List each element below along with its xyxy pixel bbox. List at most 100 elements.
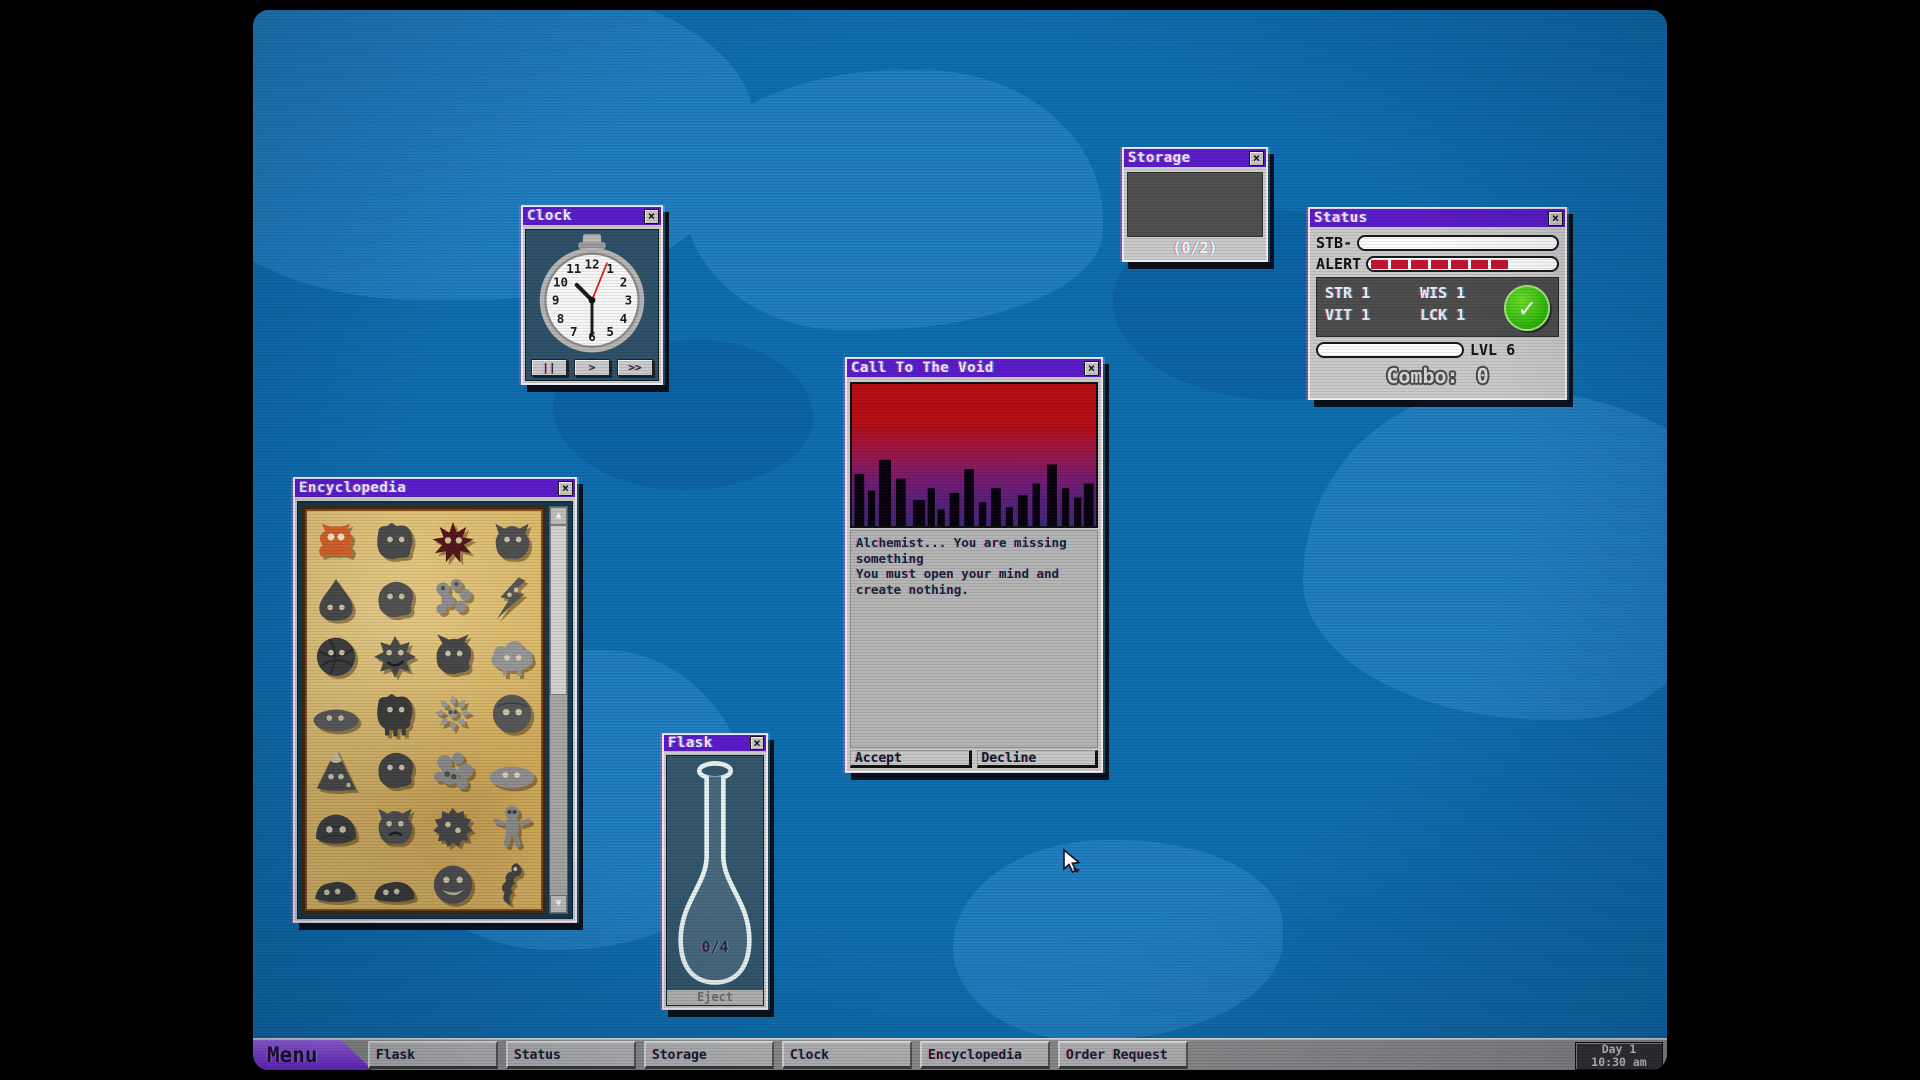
day-time-indicator: Day 1 10:30 am bbox=[1575, 1042, 1663, 1070]
dome-monster-icon[interactable] bbox=[307, 798, 366, 855]
alert-block bbox=[1491, 260, 1508, 269]
desktop-patch bbox=[1303, 390, 1667, 720]
encyclopedia-scrollbar[interactable]: ▲ ▼ bbox=[549, 506, 568, 914]
flask-title: Flask bbox=[668, 735, 750, 751]
round-ball-monster-icon[interactable] bbox=[483, 684, 542, 741]
menu-button[interactable]: Menu bbox=[253, 1040, 375, 1070]
clock-window: Clock × 123456789101112 || > >> bbox=[521, 205, 663, 385]
scrollbar-thumb[interactable] bbox=[550, 525, 567, 695]
desktop-patch bbox=[683, 70, 1103, 330]
status-window: Status × STB- ALERT STR 1 WIS 1 VIT 1 LC… bbox=[1308, 207, 1567, 400]
taskbar-button-status[interactable]: Status bbox=[506, 1041, 636, 1069]
humanoid-monster-icon[interactable] bbox=[483, 798, 542, 855]
clock-fastforward-button[interactable]: >> bbox=[617, 359, 653, 376]
web-ball-monster-icon[interactable] bbox=[307, 627, 366, 684]
status-title: Status bbox=[1314, 210, 1548, 226]
flat-slug-monster-icon[interactable] bbox=[307, 684, 366, 741]
monster-grid bbox=[302, 506, 546, 914]
cloud-walker-monster-icon[interactable] bbox=[483, 627, 542, 684]
frowning-blob-monster-icon[interactable] bbox=[366, 798, 425, 855]
alert-block bbox=[1431, 260, 1448, 269]
flat-oval-monster-icon[interactable] bbox=[483, 741, 542, 798]
time-label: 10:30 am bbox=[1576, 1056, 1662, 1069]
accept-button[interactable]: Accept bbox=[850, 750, 972, 768]
storage-title: Storage bbox=[1128, 150, 1249, 166]
combo-value: 0 bbox=[1477, 364, 1489, 388]
scroll-down-icon[interactable]: ▼ bbox=[550, 895, 567, 913]
stb-bar bbox=[1357, 235, 1559, 251]
scrollbar-track[interactable] bbox=[550, 525, 567, 895]
close-icon[interactable]: × bbox=[1084, 361, 1099, 376]
square-blob-monster-icon[interactable] bbox=[366, 513, 425, 570]
cloud-blob-monster-icon[interactable] bbox=[366, 741, 425, 798]
decline-button[interactable]: Decline bbox=[977, 750, 1099, 768]
clock-pause-button[interactable]: || bbox=[531, 359, 567, 376]
zigzag-monster-icon[interactable] bbox=[483, 570, 542, 627]
clock-play-button[interactable]: > bbox=[574, 359, 610, 376]
close-icon[interactable]: × bbox=[558, 481, 573, 496]
close-icon[interactable]: × bbox=[1249, 151, 1264, 166]
alert-block bbox=[1411, 260, 1428, 269]
storage-slots-area[interactable] bbox=[1127, 172, 1263, 237]
seahorse-monster-icon[interactable] bbox=[483, 855, 542, 912]
taskbar: Menu Flask Status Storage Clock Encyclopedia… bbox=[253, 1038, 1667, 1070]
flask-titlebar[interactable]: Flask × bbox=[664, 735, 766, 753]
eject-button[interactable]: Eject bbox=[667, 990, 763, 1005]
clock-titlebar[interactable]: Clock × bbox=[523, 207, 661, 227]
flask-count: 0/4 bbox=[667, 938, 763, 956]
slug-monster-icon[interactable] bbox=[307, 855, 366, 912]
scroll-up-icon[interactable]: ▲ bbox=[550, 507, 567, 525]
call-to-the-void-window: Call To The Void × Alchemist... You are … bbox=[845, 357, 1103, 773]
svg-text:4: 4 bbox=[620, 311, 628, 326]
svg-text:2: 2 bbox=[620, 275, 628, 290]
svg-text:9: 9 bbox=[552, 293, 560, 308]
svg-text:10: 10 bbox=[553, 275, 568, 290]
clock-title: Clock bbox=[527, 208, 644, 224]
storage-titlebar[interactable]: Storage × bbox=[1124, 149, 1266, 169]
taskbar-button-clock[interactable]: Clock bbox=[782, 1041, 912, 1069]
wis-stat: WIS 1 bbox=[1420, 284, 1515, 306]
stats-panel: STR 1 WIS 1 VIT 1 LCK 1 ✓ bbox=[1316, 277, 1559, 337]
teardrop-monster-icon[interactable] bbox=[307, 570, 366, 627]
encyclopedia-titlebar[interactable]: Encyclopedia × bbox=[295, 479, 575, 499]
lck-stat: LCK 1 bbox=[1420, 306, 1515, 328]
grinning-face-monster-icon[interactable] bbox=[424, 855, 483, 912]
mountain-monster-icon[interactable] bbox=[307, 741, 366, 798]
sun-spiky-monster-icon[interactable] bbox=[366, 627, 425, 684]
level-label: LVL 6 bbox=[1470, 341, 1515, 359]
svg-text:11: 11 bbox=[566, 261, 581, 276]
close-icon[interactable]: × bbox=[644, 209, 659, 224]
bunny-blob-monster-icon[interactable] bbox=[483, 513, 542, 570]
void-title: Call To The Void bbox=[851, 360, 1084, 376]
storage-window: Storage × (0/2) bbox=[1122, 147, 1268, 262]
game-screen: Clock × 123456789101112 || > >> Storage … bbox=[253, 10, 1667, 1070]
svg-text:3: 3 bbox=[625, 293, 633, 308]
snowflake-monster-icon[interactable] bbox=[424, 684, 483, 741]
tentacle-blob-monster-icon[interactable] bbox=[366, 684, 425, 741]
desktop-patch bbox=[253, 10, 753, 300]
void-titlebar[interactable]: Call To The Void × bbox=[847, 359, 1101, 379]
taskbar-button-encyclopedia[interactable]: Encyclopedia bbox=[920, 1041, 1050, 1069]
taskbar-button-flask[interactable]: Flask bbox=[368, 1041, 498, 1069]
close-icon[interactable]: × bbox=[1548, 211, 1563, 226]
crab-monster-icon[interactable] bbox=[307, 513, 366, 570]
taskbar-button-order-request[interactable]: Order Request bbox=[1058, 1041, 1188, 1069]
dark-spiky-monster-icon[interactable] bbox=[424, 513, 483, 570]
alert-bar bbox=[1366, 256, 1559, 272]
bubble-cluster-monster-icon[interactable] bbox=[424, 741, 483, 798]
paramecium-monster-icon[interactable] bbox=[424, 798, 483, 855]
cluster-monster-icon[interactable] bbox=[424, 570, 483, 627]
xp-bar bbox=[1316, 342, 1464, 358]
alert-label: ALERT bbox=[1316, 255, 1361, 273]
bear-blob-monster-icon[interactable] bbox=[366, 570, 425, 627]
imp-monster-icon[interactable] bbox=[424, 627, 483, 684]
storage-count: (0/2) bbox=[1126, 238, 1264, 258]
status-titlebar[interactable]: Status × bbox=[1310, 209, 1565, 229]
void-message: Alchemist... You are missing something Y… bbox=[850, 530, 1098, 748]
close-icon[interactable]: × bbox=[750, 736, 764, 750]
str-stat: STR 1 bbox=[1325, 284, 1420, 306]
boat-blob-monster-icon[interactable] bbox=[366, 855, 425, 912]
taskbar-button-storage[interactable]: Storage bbox=[644, 1041, 774, 1069]
vit-stat: VIT 1 bbox=[1325, 306, 1420, 328]
svg-text:12: 12 bbox=[584, 256, 599, 271]
